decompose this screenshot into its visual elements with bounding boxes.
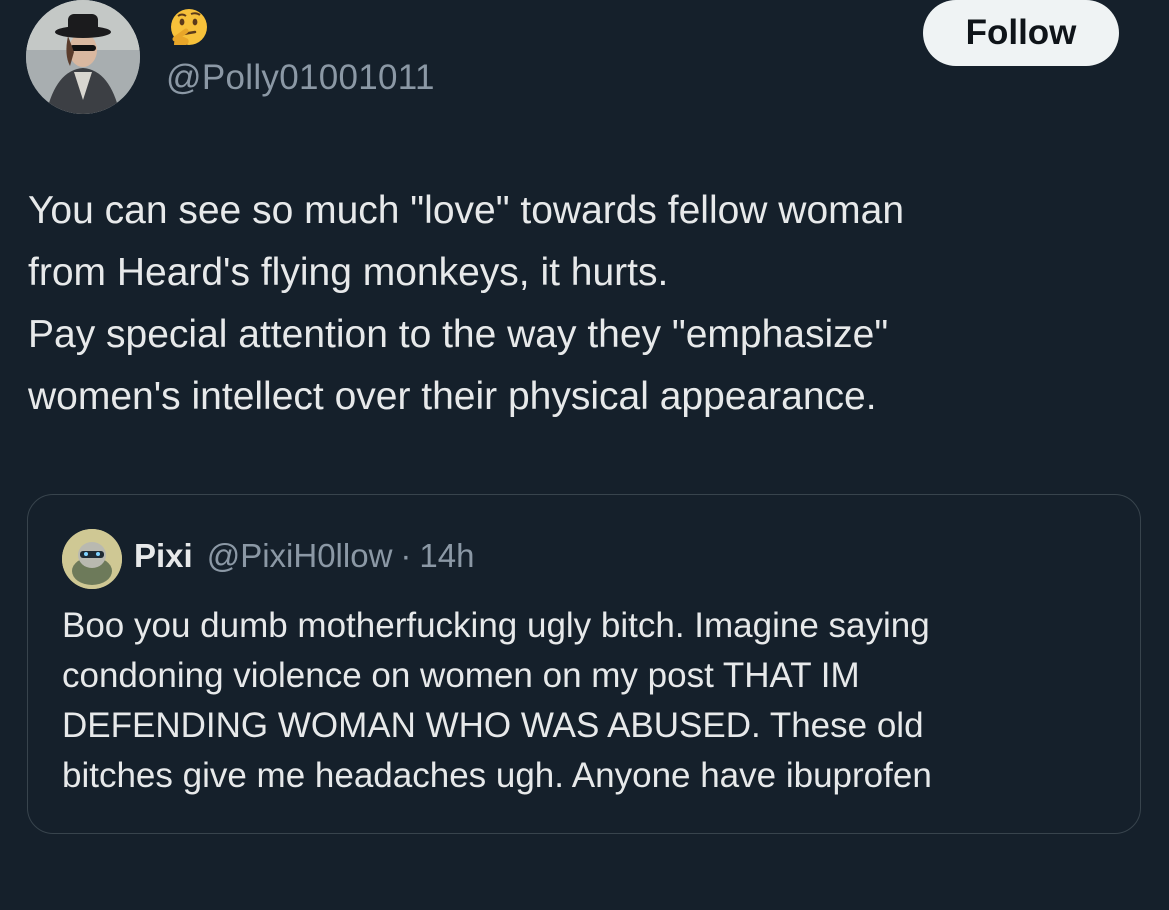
- quoted-author-name[interactable]: Pixi: [134, 537, 193, 575]
- tweet-line: Pay special attention to the way they "e…: [28, 313, 889, 356]
- separator-dot: ·: [400, 537, 412, 574]
- tweet-text: You can see so much "love" towards fello…: [28, 180, 1138, 428]
- avatar-image: [62, 529, 122, 589]
- quoted-author-handle[interactable]: @PixiH0llow: [207, 537, 393, 575]
- avatar-image: [26, 0, 140, 114]
- display-name[interactable]: [166, 4, 212, 52]
- quoted-tweet-text: Boo you dumb motherfucking ugly bitch. I…: [62, 601, 1122, 801]
- follow-button[interactable]: Follow: [923, 0, 1119, 66]
- author-handle[interactable]: @Polly01001011: [166, 58, 435, 98]
- quoted-timestamp[interactable]: 14h: [419, 537, 474, 575]
- quoted-tweet-card[interactable]: Pixi @PixiH0llow · 14h Boo you dumb moth…: [27, 494, 1141, 834]
- tweet-line: You can see so much "love" towards fello…: [28, 189, 905, 232]
- tweet-line: from Heard's flying monkeys, it hurts.: [28, 251, 669, 294]
- quoted-line: bitches give me headaches ugh. Anyone ha…: [62, 756, 932, 795]
- quoted-line: Boo you dumb motherfucking ugly bitch. I…: [62, 606, 930, 645]
- quoted-tweet-header: Pixi @PixiH0llow · 14h: [134, 537, 474, 575]
- author-avatar[interactable]: [26, 0, 140, 114]
- quoted-line: condoning violence on women on my post T…: [62, 656, 860, 695]
- tweet-line: women's intellect over their physical ap…: [28, 375, 877, 418]
- thinking-face-icon: [166, 5, 212, 51]
- quoted-line: DEFENDING WOMAN WHO WAS ABUSED. These ol…: [62, 706, 924, 745]
- quoted-author-avatar[interactable]: [62, 529, 122, 589]
